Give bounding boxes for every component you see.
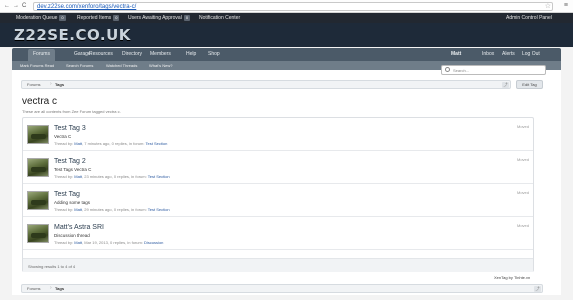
- whats-new-link[interactable]: What's New?: [149, 63, 172, 68]
- thread-title-link[interactable]: Test Tag 2: [54, 158, 86, 165]
- tab-help[interactable]: Help: [186, 51, 196, 57]
- bookmark-star-icon[interactable]: ☆: [545, 2, 551, 10]
- breadcrumb-tags[interactable]: Tags: [55, 286, 64, 291]
- tab-resources[interactable]: Resources: [89, 51, 113, 57]
- status-badge: Moved: [516, 190, 529, 195]
- breadcrumb-forums[interactable]: Forums: [27, 82, 41, 87]
- status-badge: Moved: [516, 157, 529, 162]
- list-item: Test Tag 2 Test Tags Vectra C Thread by:…: [23, 151, 533, 184]
- mark-forums-read-link[interactable]: Mark Forums Read: [20, 63, 54, 68]
- address-bar[interactable]: dev.z22se.com/xenforo/tags/vectra-c/: [33, 2, 553, 11]
- thread-forum-link[interactable]: Discussion: [144, 240, 163, 245]
- users-awaiting-approval-link[interactable]: Users Awaiting Approval 0: [128, 15, 191, 21]
- thread-snippet: Adding some tags: [54, 200, 91, 205]
- thread-thumbnail[interactable]: [27, 158, 49, 177]
- thread-author-link[interactable]: Matt: [74, 174, 82, 179]
- main-navigation: Forums Garage Resources Directory Member…: [12, 48, 561, 61]
- thread-author-link[interactable]: Matt: [74, 141, 82, 146]
- admin-control-panel-link[interactable]: Admin Control Panel: [506, 15, 552, 21]
- page-description: These are all contents from Zee Forum ta…: [22, 109, 121, 114]
- status-badge: Moved: [516, 223, 529, 228]
- thread-title-link[interactable]: Test Tag: [54, 191, 80, 198]
- thread-meta: Thread by: Matt, 7 minutes ago, 0 replie…: [54, 141, 168, 146]
- thread-forum-link[interactable]: Test Section: [148, 207, 170, 212]
- thread-thumbnail[interactable]: [27, 224, 49, 243]
- moderator-bar: Moderation Queue 0 Reported Items 0 Users …: [0, 13, 573, 23]
- thread-author-link[interactable]: Matt: [74, 207, 82, 212]
- notification-center-link[interactable]: Notification Center: [199, 15, 240, 21]
- thread-title-link[interactable]: Matt's Astra SRI: [54, 224, 104, 231]
- forward-icon[interactable]: →: [13, 3, 19, 9]
- reported-items-link[interactable]: Reported Items 0: [77, 15, 120, 21]
- alerts-link[interactable]: Alerts: [502, 51, 515, 57]
- site-header: Z22SE.CO.UK: [0, 23, 573, 47]
- thread-meta: Thread by: Matt, 29 minutes ago, 0 repli…: [54, 207, 170, 212]
- breadcrumb-separator: ›: [50, 285, 52, 291]
- main-content: Forums › Tags ⤴ Edit Tag vectra c These …: [12, 70, 561, 295]
- thread-snippet: Test Tags Vectra C: [54, 167, 92, 172]
- url-text: dev.z22se.com/xenforo/tags/vectra-c/: [37, 4, 137, 10]
- addon-credit[interactable]: XenTag by Tinhte.vn: [494, 275, 530, 280]
- list-item: Matt's Astra SRI Discussion thread Threa…: [23, 217, 533, 250]
- jump-to-icon[interactable]: ⤴: [502, 82, 509, 88]
- results-footer: Showing results 1 to 4 of 4: [23, 258, 533, 272]
- thread-author-link[interactable]: Matt: [74, 240, 82, 245]
- thread-snippet: Vectra C: [54, 134, 72, 139]
- thread-meta: Thread by: Matt, 23 minutes ago, 0 repli…: [54, 174, 170, 179]
- back-icon[interactable]: ←: [4, 3, 10, 9]
- user-menu[interactable]: Matt: [451, 51, 461, 57]
- list-item: Test Tag Adding some tags Thread by: Mat…: [23, 184, 533, 217]
- thread-thumbnail[interactable]: [27, 191, 49, 210]
- breadcrumb-forums[interactable]: Forums: [27, 286, 41, 291]
- search-forums-link[interactable]: Search Forums: [66, 63, 93, 68]
- search-icon: [445, 67, 450, 72]
- search-input[interactable]: Search...: [441, 65, 546, 75]
- search-placeholder: Search...: [453, 68, 470, 73]
- tab-forums[interactable]: Forums: [28, 49, 55, 61]
- reload-icon[interactable]: C: [22, 3, 26, 9]
- edit-tag-button[interactable]: Edit Tag: [516, 80, 543, 89]
- results-summary: Showing results 1 to 4 of 4: [28, 264, 76, 269]
- tab-members[interactable]: Members: [150, 51, 171, 57]
- list-item: Test Tag 3 Vectra C Thread by: Matt, 7 m…: [23, 118, 533, 151]
- tab-shop[interactable]: Shop: [208, 51, 220, 57]
- breadcrumb-bottom: Forums › Tags ⤴: [21, 284, 543, 293]
- thread-meta: Thread by: Matt, Mar 19, 2013, 0 replies…: [54, 240, 164, 245]
- moderation-queue-link[interactable]: Moderation Queue 0: [16, 15, 66, 21]
- thread-snippet: Discussion thread: [54, 233, 90, 238]
- site-logo[interactable]: Z22SE.CO.UK: [14, 26, 131, 44]
- thread-title-link[interactable]: Test Tag 3: [54, 125, 86, 132]
- thread-thumbnail[interactable]: [27, 125, 49, 144]
- users-awaiting-count: 0: [183, 15, 191, 21]
- inbox-link[interactable]: Inbox: [482, 51, 494, 57]
- watched-threads-link[interactable]: Watched Threads: [106, 63, 137, 68]
- log-out-link[interactable]: Log Out: [522, 51, 540, 57]
- reported-items-count: 0: [113, 15, 120, 21]
- status-badge: Moved: [516, 124, 529, 129]
- thread-forum-link[interactable]: Test Section: [146, 141, 168, 146]
- breadcrumb-tags[interactable]: Tags: [55, 82, 64, 87]
- jump-to-icon[interactable]: ⤴: [534, 286, 541, 292]
- breadcrumb-separator: ›: [50, 81, 52, 87]
- tab-directory[interactable]: Directory: [122, 51, 142, 57]
- breadcrumb: Forums › Tags ⤴: [21, 80, 511, 89]
- thread-forum-link[interactable]: Test Section: [148, 174, 170, 179]
- browser-menu-icon[interactable]: ≡: [564, 2, 568, 9]
- page-title: vectra c: [22, 96, 58, 107]
- tagged-content-list: Test Tag 3 Vectra C Thread by: Matt, 7 m…: [22, 117, 534, 272]
- browser-toolbar: ← → C dev.z22se.com/xenforo/tags/vectra-…: [0, 0, 573, 13]
- moderation-queue-count: 0: [59, 15, 66, 21]
